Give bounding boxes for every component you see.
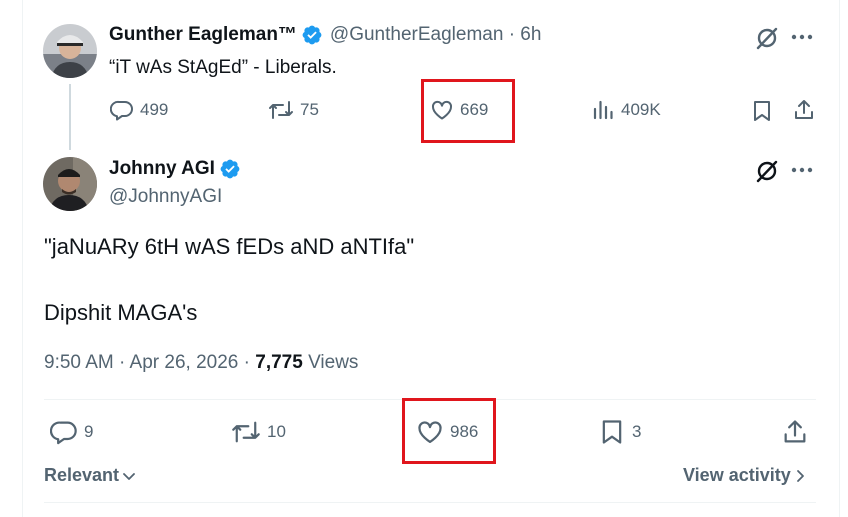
thread-line (69, 84, 71, 150)
avatar[interactable] (43, 157, 97, 211)
verified-badge-icon (301, 24, 323, 46)
verified-badge-icon (219, 158, 241, 180)
view-activity-link[interactable]: View activity (683, 465, 808, 486)
repost-button[interactable]: 75 (268, 98, 319, 122)
tweet-text-line-2: Dipshit MAGA's (44, 300, 198, 325)
reply-icon (50, 418, 78, 446)
reply-button[interactable]: 9 (50, 418, 93, 446)
share-icon[interactable] (781, 418, 809, 446)
repost-icon (268, 98, 294, 122)
highlight-box (402, 398, 496, 464)
tweet-text: “iT wAs StAgEd” - Liberals. (109, 57, 337, 78)
reply-count: 9 (84, 422, 94, 441)
handle-and-time[interactable]: @GuntherEagleman · 6h (330, 24, 542, 46)
bookmark-icon[interactable] (750, 99, 774, 123)
repost-count: 10 (267, 422, 286, 441)
more-icon[interactable] (790, 160, 814, 180)
highlight-box (421, 79, 515, 143)
more-icon[interactable] (790, 27, 814, 47)
bookmark-button[interactable]: 3 (598, 418, 641, 446)
chevron-right-icon (794, 468, 808, 484)
tweet-meta: 9:50 AM · Apr 26, 2026 · 7,775 Views (44, 352, 358, 374)
tweet-text-line-1: "jaNuARy 6tH wAS fEDs aND aNTIfa" (44, 234, 415, 259)
avatar[interactable] (43, 24, 97, 78)
display-name[interactable]: Gunther Eagleman™ (109, 24, 297, 46)
views-icon (591, 98, 615, 122)
sort-label: Relevant (44, 465, 120, 485)
handle[interactable]: @JohnnyAGI (109, 186, 222, 208)
chevron-down-icon (121, 468, 137, 484)
timestamp[interactable]: 9:50 AM · Apr 26, 2026 · (44, 352, 255, 373)
reply-count: 499 (140, 100, 169, 119)
repost-icon (231, 418, 261, 446)
bookmark-count: 3 (632, 422, 642, 441)
views-button[interactable]: 409K (591, 98, 661, 122)
divider (44, 502, 816, 503)
share-icon[interactable] (792, 98, 816, 122)
bookmark-icon (598, 418, 626, 446)
repost-button[interactable]: 10 (231, 418, 286, 446)
grok-icon[interactable] (754, 25, 780, 51)
display-name[interactable]: Johnny AGI (109, 158, 215, 180)
view-activity-label: View activity (683, 465, 791, 485)
sort-dropdown[interactable]: Relevant (44, 465, 137, 486)
views-count: 7,775 (255, 352, 303, 373)
reply-icon (110, 98, 134, 122)
repost-count: 75 (300, 100, 319, 119)
views-count: 409K (621, 100, 661, 119)
views-label: Views (302, 352, 359, 373)
reply-button[interactable]: 499 (110, 98, 168, 122)
grok-icon[interactable] (754, 158, 780, 184)
